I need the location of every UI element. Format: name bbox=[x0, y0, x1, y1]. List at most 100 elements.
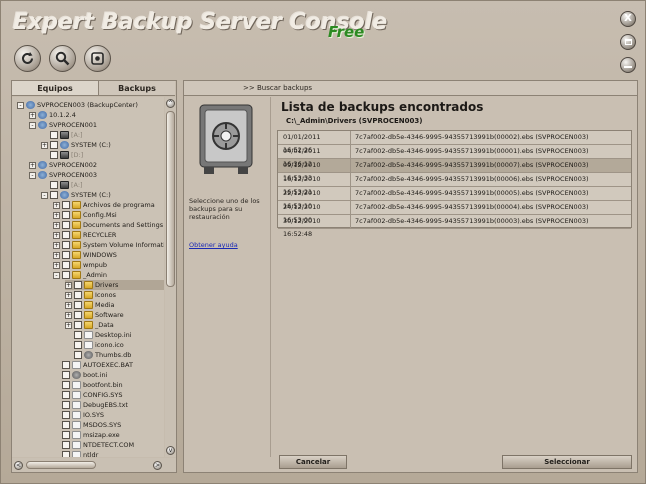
tree-node[interactable]: +10.1.2.4 bbox=[29, 110, 164, 120]
tree-node[interactable]: - SVPROCEN001 bbox=[29, 120, 164, 130]
collapse-icon[interactable]: - bbox=[29, 121, 36, 129]
scroll-left-button[interactable]: < bbox=[14, 461, 23, 470]
tree-checkbox[interactable] bbox=[62, 451, 70, 457]
settings-button[interactable] bbox=[84, 45, 111, 72]
expand-icon[interactable]: + bbox=[53, 251, 60, 259]
expand-icon[interactable]: + bbox=[53, 261, 60, 269]
tree-node[interactable]: DebugEBS.txt bbox=[53, 400, 164, 410]
tree-node[interactable]: ntldr bbox=[53, 450, 164, 457]
tree-node[interactable]: boot.ini bbox=[53, 370, 164, 380]
tree-node[interactable]: + Archivos de programa bbox=[53, 200, 164, 210]
tree-checkbox[interactable] bbox=[62, 251, 70, 259]
minimize-button[interactable] bbox=[620, 57, 636, 73]
tree-node[interactable]: + Documents and Settings bbox=[53, 220, 164, 230]
tree-node[interactable]: [A:] bbox=[41, 130, 164, 140]
expand-icon[interactable]: + bbox=[65, 281, 72, 289]
tree-checkbox[interactable] bbox=[74, 311, 82, 319]
cancel-button[interactable]: Cancelar bbox=[279, 455, 347, 469]
tree-checkbox[interactable] bbox=[62, 401, 70, 409]
expand-icon[interactable]: + bbox=[65, 321, 72, 329]
expand-icon[interactable]: + bbox=[65, 291, 72, 299]
tab-equipos[interactable]: Equipos bbox=[12, 81, 99, 96]
restore-button[interactable] bbox=[620, 34, 636, 50]
expand-icon[interactable]: + bbox=[65, 311, 72, 319]
tree-node[interactable]: - _Admin bbox=[53, 270, 164, 280]
tree-node[interactable]: NTDETECT.COM bbox=[53, 440, 164, 450]
expand-icon[interactable]: + bbox=[53, 201, 60, 209]
expand-icon[interactable]: + bbox=[53, 241, 60, 249]
expand-icon[interactable]: + bbox=[53, 221, 60, 229]
backup-row[interactable]: 04/01/2011 16:36:12 7c7af002-db5e-4346-99… bbox=[278, 145, 631, 168]
tree-checkbox[interactable] bbox=[62, 441, 70, 449]
tree-node[interactable]: + Drivers bbox=[65, 280, 164, 290]
tree-checkbox[interactable] bbox=[74, 331, 82, 339]
expand-icon[interactable]: + bbox=[53, 231, 60, 239]
scroll-down-button[interactable]: v bbox=[166, 446, 175, 455]
backup-row[interactable]: 22/12/2010 16:53:10 7c7af002-db5e-4346-99… bbox=[278, 187, 631, 210]
computer-tree[interactable]: - SVPROCEN003 (BackupCenter) +10.1.2.4- SVP… bbox=[12, 97, 164, 457]
tree-checkbox[interactable] bbox=[74, 291, 82, 299]
collapse-icon[interactable]: - bbox=[53, 271, 60, 279]
tree-node[interactable]: [D:] bbox=[41, 150, 164, 160]
collapse-icon[interactable]: - bbox=[41, 191, 48, 199]
tree-checkbox[interactable] bbox=[74, 281, 82, 289]
tree-checkbox[interactable] bbox=[62, 391, 70, 399]
expand-icon[interactable]: + bbox=[29, 161, 36, 169]
tree-checkbox[interactable] bbox=[50, 131, 58, 139]
tree-node[interactable]: - SYSTEM (C:) bbox=[41, 190, 164, 200]
search-button[interactable] bbox=[49, 45, 76, 72]
tree-checkbox[interactable] bbox=[74, 341, 82, 349]
tree-node[interactable]: Desktop.ini bbox=[65, 330, 164, 340]
expand-icon[interactable]: + bbox=[29, 111, 36, 119]
tree-horizontal-scrollbar[interactable]: < > bbox=[12, 458, 176, 472]
collapse-icon[interactable]: - bbox=[29, 171, 36, 179]
tree-checkbox[interactable] bbox=[62, 201, 70, 209]
tree-node[interactable]: msizap.exe bbox=[53, 430, 164, 440]
expand-icon[interactable]: + bbox=[41, 141, 48, 149]
backup-row[interactable]: 16/12/2010 16:53:21 7c7af002-db5e-4346-99… bbox=[278, 173, 631, 196]
tree-node[interactable]: + _Data bbox=[65, 320, 164, 330]
tree-checkbox[interactable] bbox=[50, 181, 58, 189]
tree-node[interactable]: + wmpub bbox=[53, 260, 164, 270]
tree-node[interactable]: - SVPROCEN003 bbox=[29, 170, 164, 180]
backup-row[interactable]: 30/12/2010 16:52:48 7c7af002-db5e-4346-99… bbox=[278, 215, 631, 238]
tree-node[interactable]: [A:] bbox=[41, 180, 164, 190]
vertical-scroll-thumb[interactable] bbox=[166, 111, 175, 287]
tree-checkbox[interactable] bbox=[62, 421, 70, 429]
help-link[interactable]: Obtener ayuda bbox=[189, 241, 238, 249]
tree-checkbox[interactable] bbox=[74, 321, 82, 329]
expand-icon[interactable]: + bbox=[53, 211, 60, 219]
tree-checkbox[interactable] bbox=[62, 261, 70, 269]
tree-node[interactable]: MSDOS.SYS bbox=[53, 420, 164, 430]
tree-checkbox[interactable] bbox=[50, 141, 58, 149]
tree-node[interactable]: + Iconos bbox=[65, 290, 164, 300]
select-button[interactable]: Seleccionar bbox=[502, 455, 632, 469]
tree-node[interactable]: - SVPROCEN003 (BackupCenter) bbox=[17, 100, 164, 110]
tree-node[interactable]: + WINDOWS bbox=[53, 250, 164, 260]
tree-checkbox[interactable] bbox=[50, 151, 58, 159]
backup-row[interactable]: 01/01/2011 16:52:26 7c7af002-db5e-4346-99… bbox=[278, 131, 631, 154]
backup-list[interactable]: 01/01/2011 16:52:26 7c7af002-db5e-4346-99… bbox=[277, 130, 632, 238]
tree-node[interactable]: AUTOEXEC.BAT bbox=[53, 360, 164, 370]
tree-checkbox[interactable] bbox=[74, 351, 82, 359]
tree-node[interactable]: + SYSTEM (C:) bbox=[41, 140, 164, 150]
tree-checkbox[interactable] bbox=[50, 191, 58, 199]
tree-node[interactable]: + System Volume Information bbox=[53, 240, 164, 250]
tree-checkbox[interactable] bbox=[62, 371, 70, 379]
tree-vertical-scrollbar[interactable]: ^ v bbox=[165, 97, 176, 457]
tree-checkbox[interactable] bbox=[62, 271, 70, 279]
tree-node[interactable]: + SVPROCEN002 bbox=[29, 160, 164, 170]
tree-node[interactable]: + Software bbox=[65, 310, 164, 320]
tree-checkbox[interactable] bbox=[74, 301, 82, 309]
refresh-button[interactable] bbox=[14, 45, 41, 72]
tree-checkbox[interactable] bbox=[62, 411, 70, 419]
tab-backups[interactable]: Backups bbox=[99, 81, 175, 96]
scroll-up-button[interactable]: ^ bbox=[166, 99, 175, 108]
backup-row[interactable]: 24/12/2010 16:53:00 7c7af002-db5e-4346-99… bbox=[278, 201, 631, 224]
scroll-right-button[interactable]: > bbox=[153, 461, 162, 470]
tree-checkbox[interactable] bbox=[62, 211, 70, 219]
tree-node[interactable]: bootfont.bin bbox=[53, 380, 164, 390]
tree-node[interactable]: icono.ico bbox=[65, 340, 164, 350]
tree-node[interactable]: IO.SYS bbox=[53, 410, 164, 420]
collapse-icon[interactable]: - bbox=[17, 101, 24, 109]
